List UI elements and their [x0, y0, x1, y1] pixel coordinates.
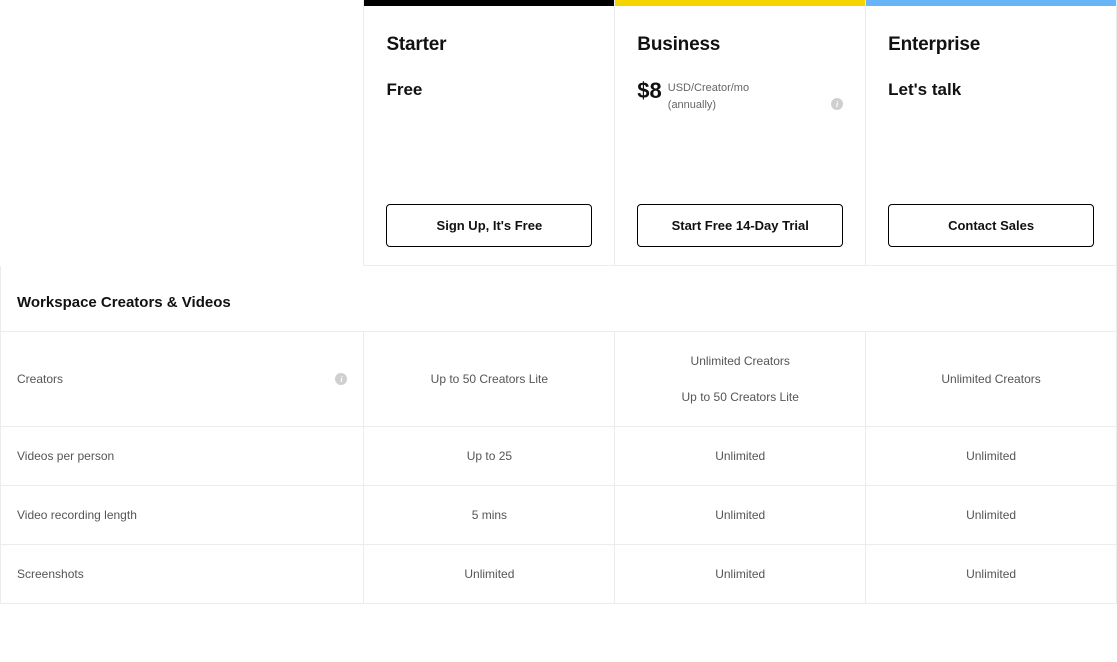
feature-value-vpp-starter: Up to 25	[364, 427, 615, 486]
plan-name-starter: Starter	[386, 34, 592, 56]
feature-label-text: Videos per person	[17, 449, 114, 463]
plan-price-business-unit: USD/Creator/mo	[668, 80, 749, 97]
signup-free-button[interactable]: Sign Up, It's Free	[386, 204, 592, 247]
feature-value-vpp-business: Unlimited	[615, 427, 866, 486]
feature-value-ss-starter: Unlimited	[364, 545, 615, 604]
header-spacer-cell	[1, 0, 364, 266]
contact-sales-button[interactable]: Contact Sales	[888, 204, 1094, 247]
plan-price-row-starter: Free	[386, 80, 592, 128]
plan-header-enterprise: Enterprise Let's talk Contact Sales	[866, 6, 1116, 266]
feature-value-creators-starter: Up to 50 Creators Lite	[364, 332, 615, 427]
feature-label-creators: Creators i	[1, 332, 364, 427]
feature-value-ss-enterprise: Unlimited	[866, 545, 1117, 604]
plan-col-starter: Starter Free Sign Up, It's Free	[364, 0, 615, 266]
feature-value-creators-business: Unlimited Creators Up to 50 Creators Lit…	[615, 332, 866, 427]
plans-header-row: Starter Free Sign Up, It's Free Business…	[1, 0, 1117, 266]
feature-row-screenshots: Screenshots Unlimited Unlimited Unlimite…	[1, 545, 1117, 604]
plan-price-row-enterprise: Let's talk	[888, 80, 1094, 128]
plan-price-starter: Free	[386, 80, 422, 100]
start-free-trial-button[interactable]: Start Free 14-Day Trial	[637, 204, 843, 247]
feature-label-text: Video recording length	[17, 508, 137, 522]
feature-label-text: Creators	[17, 372, 63, 386]
plan-price-enterprise: Let's talk	[888, 80, 961, 100]
feature-value-len-enterprise: Unlimited	[866, 486, 1117, 545]
plan-price-business-sub: USD/Creator/mo (annually)	[668, 80, 749, 113]
feature-value-vpp-enterprise: Unlimited	[866, 427, 1117, 486]
plan-name-business: Business	[637, 34, 843, 56]
plan-name-enterprise: Enterprise	[888, 34, 1094, 56]
feature-value-ss-business: Unlimited	[615, 545, 866, 604]
plan-price-business-cycle: (annually)	[668, 97, 749, 114]
plan-price-business-amount: $8	[637, 80, 661, 102]
plan-col-business: Business $8 USD/Creator/mo (annually) i …	[615, 0, 866, 266]
feature-label-screenshots: Screenshots	[1, 545, 364, 604]
feature-row-creators: Creators i Up to 50 Creators Lite Unlimi…	[1, 332, 1117, 427]
plan-header-starter: Starter Free Sign Up, It's Free	[364, 6, 614, 266]
feature-label-videos-per-person: Videos per person	[1, 427, 364, 486]
plan-price-row-business: $8 USD/Creator/mo (annually) i	[637, 80, 843, 128]
feature-label-text: Screenshots	[17, 567, 84, 581]
feature-value-len-business: Unlimited	[615, 486, 866, 545]
feature-value-creators-business-l1: Unlimited Creators	[691, 354, 790, 368]
info-icon[interactable]: i	[831, 98, 843, 110]
section-title: Workspace Creators & Videos	[1, 266, 1117, 332]
feature-row-videos-per-person: Videos per person Up to 25 Unlimited Unl…	[1, 427, 1117, 486]
feature-label-recording-length: Video recording length	[1, 486, 364, 545]
plan-header-business: Business $8 USD/Creator/mo (annually) i …	[615, 6, 865, 266]
info-icon[interactable]: i	[335, 373, 347, 385]
feature-row-recording-length: Video recording length 5 mins Unlimited …	[1, 486, 1117, 545]
plan-col-enterprise: Enterprise Let's talk Contact Sales	[866, 0, 1117, 266]
feature-value-len-starter: 5 mins	[364, 486, 615, 545]
feature-value-creators-business-l2: Up to 50 Creators Lite	[682, 390, 799, 404]
pricing-comparison-table: Starter Free Sign Up, It's Free Business…	[0, 0, 1117, 604]
feature-value-creators-enterprise: Unlimited Creators	[866, 332, 1117, 427]
section-header-row: Workspace Creators & Videos	[1, 266, 1117, 332]
